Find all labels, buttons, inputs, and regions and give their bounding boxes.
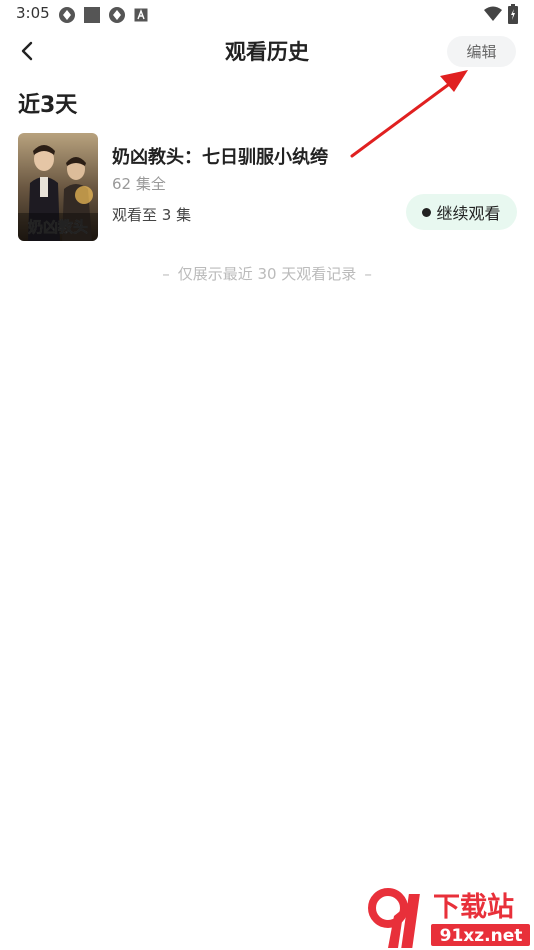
- keyboard-notification-icon: [134, 8, 148, 22]
- drama-poster[interactable]: 奶凶教头: [18, 133, 98, 241]
- app-header: 观看历史 编辑: [0, 28, 534, 74]
- note-dash-left: –: [162, 265, 170, 283]
- episode-count: 62 集全: [112, 175, 166, 193]
- continue-watching-button[interactable]: 继续观看: [406, 194, 517, 230]
- battery-icon: [508, 4, 518, 24]
- square-notification-icon: [84, 7, 100, 23]
- app-notification-icon-2: [109, 7, 125, 23]
- watch-progress: 观看至 3 集: [112, 206, 192, 224]
- section-title: 近3天: [18, 93, 78, 118]
- note-dash-right: –: [364, 265, 372, 283]
- note-text: 仅展示最近 30 天观看记录: [177, 265, 357, 283]
- edit-button[interactable]: 编辑: [447, 36, 516, 67]
- history-retention-note: – 仅展示最近 30 天观看记录 –: [0, 263, 534, 284]
- site-watermark: 下载站 91xz.net: [364, 886, 534, 950]
- drama-title: 奶凶教头：七日驯服小纨绔: [112, 147, 328, 168]
- watch-history-screen: 3:05 观看历史 编辑 近3天 奶凶教头 奶凶教头：七日驯服小纨绔 62 集全…: [0, 0, 534, 950]
- watermark-logo: 下载站 91xz.net: [368, 888, 530, 948]
- play-icon: [422, 207, 432, 217]
- continue-watching-label: 继续观看: [436, 204, 501, 223]
- wifi-icon: [484, 6, 502, 21]
- status-time: 3:05: [16, 4, 50, 22]
- status-bar: 3:05: [0, 0, 534, 28]
- watermark-domain: 91xz.net: [440, 926, 523, 946]
- app-notification-icon: [59, 7, 75, 23]
- history-list-item[interactable]: 奶凶教头 奶凶教头：七日驯服小纨绔 62 集全 观看至 3 集 继续观看: [18, 133, 518, 241]
- poster-title-text: 奶凶教头: [28, 218, 88, 236]
- poster-image: 奶凶教头: [18, 133, 98, 241]
- watermark-brand: 下载站: [433, 892, 514, 923]
